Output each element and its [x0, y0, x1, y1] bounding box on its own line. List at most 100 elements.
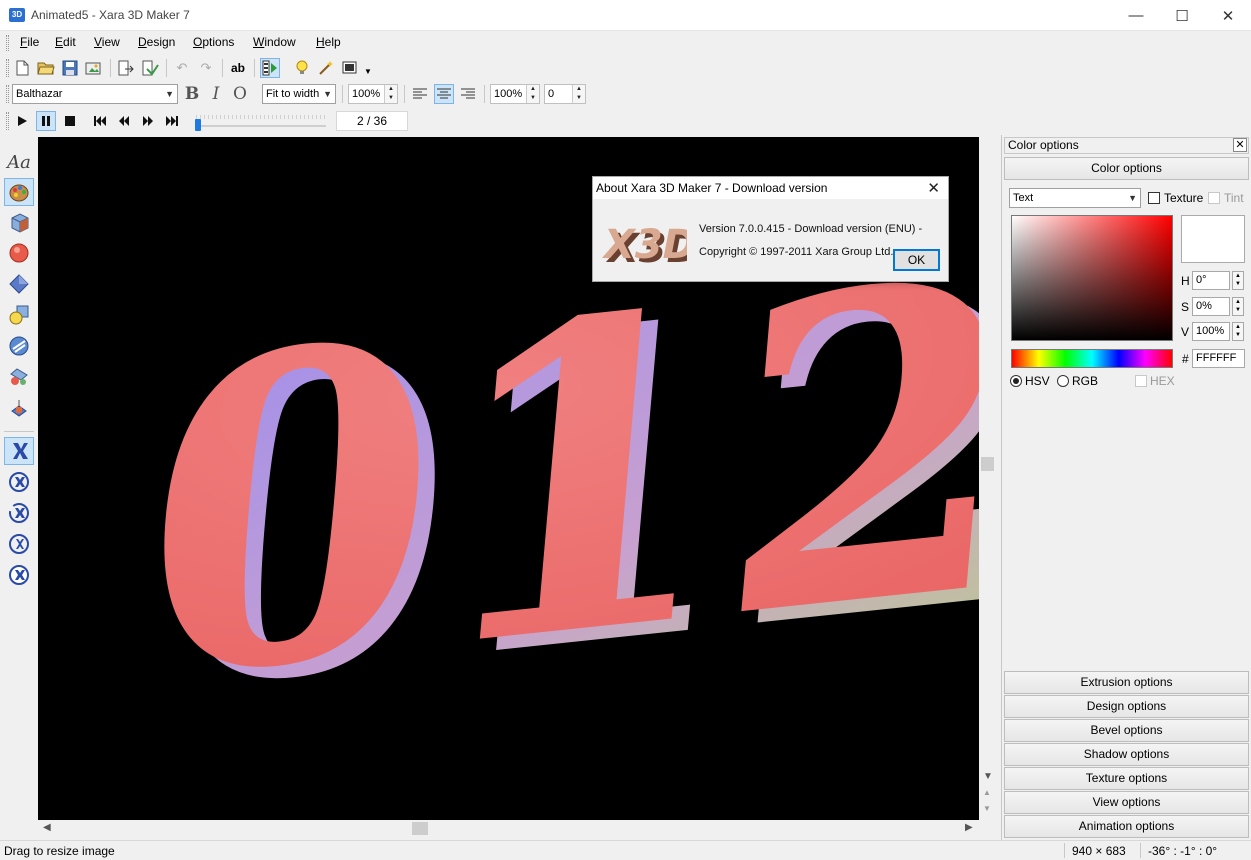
fit-mode-select[interactable]: Fit to width ▼ [262, 84, 336, 104]
pause-icon[interactable] [36, 111, 56, 131]
hex-field[interactable]: FFFFFF [1192, 349, 1245, 368]
value-field[interactable]: 100% [1192, 322, 1230, 341]
section-bevel-options[interactable]: Bevel options [1004, 719, 1249, 742]
frame-slider[interactable] [196, 125, 326, 127]
zoom-out-icon[interactable]: ▼ [983, 804, 991, 813]
spacing-percent-spinner[interactable]: ▲ ▼ [526, 85, 539, 103]
texture-icon[interactable] [4, 332, 34, 360]
saturation-value-picker[interactable] [1011, 215, 1173, 341]
color-palette-icon[interactable] [4, 178, 34, 206]
minimize-button[interactable]: — [1113, 0, 1159, 31]
hue-spinner[interactable]: ▲ ▼ [1232, 271, 1244, 290]
section-texture-options[interactable]: Texture options [1004, 767, 1249, 790]
rgb-radio[interactable] [1057, 375, 1069, 387]
align-center-icon[interactable] [434, 84, 454, 104]
toolbar-grip[interactable] [6, 85, 9, 103]
spacing-value-spinner[interactable]: ▲ ▼ [572, 85, 585, 103]
light-bulb-icon[interactable] [292, 58, 312, 78]
hex-checkbox[interactable] [1135, 375, 1147, 387]
zoom-in-icon[interactable]: ▲ [983, 788, 991, 797]
align-right-icon[interactable] [458, 84, 478, 104]
bold-button[interactable]: B [182, 84, 202, 104]
animation-swing-icon[interactable] [4, 499, 34, 527]
dropdown-arrow-icon[interactable]: ▼ [358, 61, 378, 81]
scroll-left-icon[interactable]: ◀ [43, 822, 51, 833]
outline-button[interactable]: O [230, 84, 250, 104]
panel-close-icon[interactable]: ✕ [1233, 138, 1247, 152]
saturation-field[interactable]: 0% [1192, 297, 1230, 316]
animation-rotate-icon[interactable] [4, 468, 34, 496]
menu-design[interactable]: Design [138, 35, 175, 49]
font-select[interactable]: Balthazar ▼ [12, 84, 178, 104]
section-shadow-options[interactable]: Shadow options [1004, 743, 1249, 766]
vertical-scroll-thumb[interactable] [981, 457, 994, 471]
previous-frame-icon[interactable] [114, 111, 134, 131]
animation-fade-icon[interactable] [4, 561, 34, 589]
animation-pulse-icon[interactable] [4, 530, 34, 558]
import-design-icon[interactable] [140, 58, 160, 78]
toolbar-grip[interactable] [6, 112, 9, 130]
hsv-radio[interactable] [1010, 375, 1022, 387]
open-folder-icon[interactable] [36, 58, 56, 78]
animation-style-x-icon[interactable] [4, 437, 34, 465]
horizontal-scrollbar[interactable]: ◀ ▶ [38, 820, 979, 837]
spacing-value-field[interactable]: 0 ▲ ▼ [544, 84, 586, 104]
menu-help[interactable]: Help [316, 35, 341, 49]
first-frame-icon[interactable] [90, 111, 110, 131]
design-icon[interactable] [4, 270, 34, 298]
frame-slider-thumb[interactable] [194, 119, 201, 131]
horizontal-scroll-thumb[interactable] [412, 822, 428, 835]
menu-file[interactable]: File [20, 35, 39, 49]
extrusion-icon[interactable] [4, 208, 34, 236]
menu-window[interactable]: Window [253, 35, 296, 49]
menu-grip[interactable] [6, 35, 9, 51]
last-frame-icon[interactable] [162, 111, 182, 131]
stop-icon[interactable] [60, 111, 80, 131]
maximize-button[interactable]: ☐ [1159, 0, 1205, 31]
tint-checkbox[interactable] [1208, 192, 1220, 204]
size-spinner[interactable]: ▲ ▼ [384, 85, 397, 103]
new-file-icon[interactable] [12, 58, 32, 78]
animation-icon[interactable] [260, 58, 280, 78]
saturation-spinner[interactable]: ▲ ▼ [1232, 297, 1244, 316]
magic-wand-icon[interactable] [316, 58, 336, 78]
text-options-icon[interactable]: Aa [4, 148, 34, 176]
save-icon[interactable] [60, 58, 80, 78]
section-extrusion-options[interactable]: Extrusion options [1004, 671, 1249, 694]
menu-edit[interactable]: Edit [55, 35, 76, 49]
hue-field[interactable]: 0° [1192, 271, 1230, 290]
italic-button[interactable]: I [206, 84, 226, 104]
menu-options[interactable]: Options [193, 35, 234, 49]
text-edit-icon[interactable]: ab [228, 58, 248, 78]
spacing-percent-field[interactable]: 100% ▲ ▼ [490, 84, 540, 104]
value-spinner[interactable]: ▲ ▼ [1232, 322, 1244, 341]
section-design-options[interactable]: Design options [1004, 695, 1249, 718]
view-icon[interactable] [4, 394, 34, 422]
scroll-down-icon[interactable]: ▼ [983, 771, 993, 782]
ok-button[interactable]: OK [893, 249, 940, 271]
texture-checkbox[interactable] [1148, 192, 1160, 204]
close-window-button[interactable]: ✕ [1205, 0, 1251, 31]
section-color-options[interactable]: Color options [1004, 157, 1249, 180]
shapes-icon[interactable] [4, 301, 34, 329]
hue-slider[interactable] [1011, 349, 1173, 368]
frame-select-icon[interactable] [340, 58, 360, 78]
toolbar-grip[interactable] [6, 59, 9, 77]
import-frames-icon[interactable] [116, 58, 136, 78]
menu-view[interactable]: View [94, 35, 120, 49]
redo-icon[interactable]: ↷ [196, 58, 216, 78]
next-frame-icon[interactable] [138, 111, 158, 131]
section-view-options[interactable]: View options [1004, 791, 1249, 814]
align-left-icon[interactable] [410, 84, 430, 104]
play-icon[interactable] [12, 111, 32, 131]
undo-icon[interactable]: ↶ [172, 58, 192, 78]
lighting-icon[interactable] [4, 363, 34, 391]
bevel-icon[interactable] [4, 239, 34, 267]
section-animation-options[interactable]: Animation options [1004, 815, 1249, 838]
color-target-select[interactable]: Text ▼ [1009, 188, 1141, 208]
size-percent-field[interactable]: 100% ▲ ▼ [348, 84, 398, 104]
export-icon[interactable] [84, 58, 104, 78]
vertical-scrollbar[interactable]: ▼ ▲ ▼ [979, 137, 996, 820]
scroll-right-icon[interactable]: ▶ [965, 822, 973, 833]
dialog-close-button[interactable]: ✕ [927, 179, 940, 197]
